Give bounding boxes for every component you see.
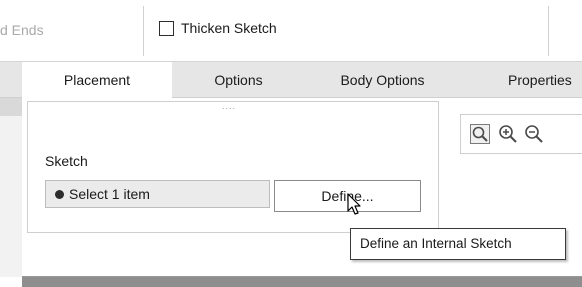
sketch-collector-text: Select 1 item [69, 186, 150, 202]
sketch-collector-field[interactable]: Select 1 item [45, 180, 270, 208]
sketch-section-label: Sketch [45, 153, 88, 169]
thicken-sketch-label[interactable]: Thicken Sketch [181, 20, 277, 36]
toolbar-divider [143, 6, 144, 56]
zoom-in-icon[interactable] [497, 123, 519, 145]
tab-properties[interactable]: Properties [460, 62, 582, 98]
define-tooltip: Define an Internal Sketch [350, 228, 566, 260]
zoom-window-icon[interactable] [469, 123, 491, 145]
mouse-pointer-icon [347, 193, 361, 215]
feature-dashboard: d Ends Thicken Sketch Placement Options … [0, 0, 582, 277]
left-gutter-highlight [0, 98, 22, 116]
collector-status-dot [55, 189, 64, 199]
panel-resize-grip[interactable]: .... [222, 102, 236, 111]
tab-placement[interactable]: Placement [22, 62, 172, 98]
left-gutter [0, 98, 22, 277]
window-shadow [22, 277, 582, 287]
zoom-toolbar [460, 114, 582, 154]
tab-bar: Placement Options Body Options Propertie… [0, 62, 582, 98]
thicken-sketch-option[interactable]: Thicken Sketch [159, 20, 277, 36]
ends-option-label[interactable]: d Ends [0, 22, 44, 38]
thicken-sketch-checkbox[interactable] [159, 20, 174, 36]
placement-panel [27, 101, 439, 233]
toolbar-divider [548, 6, 549, 56]
tab-body-options[interactable]: Body Options [305, 62, 460, 98]
dashboard-toolbar: d Ends Thicken Sketch [0, 0, 582, 62]
tab-options[interactable]: Options [172, 62, 305, 98]
zoom-out-icon[interactable] [523, 123, 545, 145]
